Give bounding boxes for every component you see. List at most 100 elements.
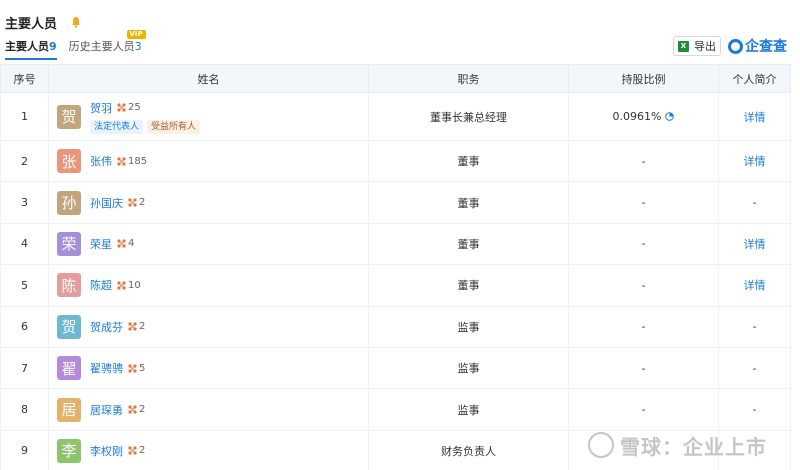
relation-network-icon [128,446,137,456]
tab-label: 历史主要人员 [68,40,135,53]
column-header-share: 持股比例 [568,64,719,93]
person-name-link[interactable]: 孙国庆 [90,195,123,211]
profile-details-link[interactable]: 详情 [744,238,766,251]
tab-count: 9 [49,40,57,53]
export-button[interactable]: X 导出 [673,36,721,56]
relations-count[interactable]: 2 [128,404,145,415]
row-index: 3 [0,181,49,224]
profile-cell: 详情 [718,264,791,307]
share-value: 0.0961% [612,110,662,123]
person-name-link[interactable]: 贺成芬 [90,319,123,335]
avatar: 张 [57,149,81,174]
tab-bar: 主要人员9 历史主要人员3 VIP [5,30,154,60]
avatar: 贺 [57,314,81,339]
share-cell: - [568,264,719,307]
relations-count-value: 2 [139,445,146,457]
name-cell: 李 李权刚 2 [48,429,369,470]
person-name-link[interactable]: 荣星 [90,236,112,252]
shareholding-chart-icon[interactable] [665,112,675,121]
position-cell: 监事 [368,346,569,390]
relations-count[interactable]: 4 [117,238,134,249]
position-cell: 董事 [368,264,569,307]
person-name-link[interactable]: 陈超 [90,277,112,293]
tag-beneficial-owner: 受益所有人 [147,119,201,134]
relations-count[interactable]: 2 [128,321,145,332]
relations-count[interactable]: 5 [128,363,145,374]
table-row: 6 贺 贺成芬 2 监事 - - [0,305,791,348]
name-cell: 居 居琛勇 2 [48,388,369,431]
profile-cell: - [718,388,791,431]
name-cell: 陈 陈超 10 [48,264,369,307]
relation-network-icon [128,322,137,331]
profile-cell: 详情 [718,222,791,266]
column-header-index: 序号 [0,64,49,93]
relations-count[interactable]: 2 [128,445,145,456]
relation-network-icon [128,198,137,207]
name-cell: 贺 贺成芬 2 [48,305,369,348]
column-header-position: 职务 [368,64,569,93]
table-header-row: 序号 姓名 职务 持股比例 个人简介 [0,64,791,93]
row-index: 6 [0,305,49,348]
share-cell: - [568,222,719,266]
profile-cell: - [718,346,791,390]
column-header-name: 姓名 [48,64,369,93]
avatar: 李 [57,438,81,463]
snowball-logo-icon [588,432,614,458]
profile-cell: 详情 [718,139,791,183]
person-name-link[interactable]: 贺羽 [90,100,112,116]
relations-count[interactable]: 185 [117,156,147,167]
profile-details-link[interactable]: 详情 [744,155,766,168]
relations-count-value: 25 [128,102,141,113]
avatar: 荣 [57,231,81,256]
brand-icon [728,38,743,54]
watermark-text: 雪球：企业上市 [620,434,767,459]
relations-count-value: 2 [139,321,146,333]
relations-count[interactable]: 25 [117,102,141,113]
table-row: 8 居 居琛勇 2 监事 - - [0,388,791,431]
brand-logo: 企查查 [728,36,787,56]
row-index: 1 [0,92,49,141]
share-cell: - [568,388,719,431]
relations-count[interactable]: 2 [128,197,145,208]
relations-count-value: 4 [128,238,135,250]
relation-network-icon [117,281,126,290]
relation-network-icon [128,364,137,373]
relation-network-icon [128,405,137,414]
relation-network-icon [117,157,126,166]
tag-legal-representative: 法定代表人 [90,119,144,134]
profile-cell: - [718,181,791,224]
relations-count-value: 10 [128,279,141,291]
personnel-table: 序号 姓名 职务 持股比例 个人简介 1 贺 贺羽 25 法定代表人 受益所有人… [0,64,791,470]
bell-icon[interactable] [69,15,83,29]
table-row: 3 孙 孙国庆 2 董事 - - [0,181,791,224]
person-name-link[interactable]: 张伟 [90,153,112,169]
tab-main-personnel[interactable]: 主要人员9 [5,38,57,60]
position-cell: 董事长兼总经理 [368,92,569,141]
position-cell: 监事 [368,388,569,431]
share-cell: - [568,305,719,348]
tab-history-personnel[interactable]: 历史主要人员3 VIP [68,30,146,60]
name-cell: 孙 孙国庆 2 [48,181,369,224]
profile-details-link[interactable]: 详情 [744,279,766,292]
relation-network-icon [117,239,126,249]
relations-count-value: 5 [139,362,146,374]
position-cell: 董事 [368,181,569,224]
table-row: 7 翟 翟骋骋 5 监事 - - [0,346,791,390]
vip-badge: VIP [126,30,146,39]
position-cell: 董事 [368,139,569,183]
person-name-link[interactable]: 居琛勇 [90,402,123,418]
brand-name: 企查查 [745,39,787,55]
table-row: 1 贺 贺羽 25 法定代表人 受益所有人 董事长兼总经理 0.0961% 详情 [0,92,791,141]
avatar: 孙 [57,190,81,215]
relations-count[interactable]: 10 [117,280,141,291]
person-name-link[interactable]: 李权刚 [90,443,123,459]
avatar: 翟 [57,356,81,381]
share-cell: 0.0961% [568,92,719,141]
profile-details-link[interactable]: 详情 [744,111,766,124]
relation-network-icon [117,103,126,112]
row-index: 8 [0,388,49,431]
share-cell: - [568,139,719,183]
export-label: 导出 [694,40,716,53]
row-index: 2 [0,139,49,183]
person-name-link[interactable]: 翟骋骋 [90,360,123,376]
